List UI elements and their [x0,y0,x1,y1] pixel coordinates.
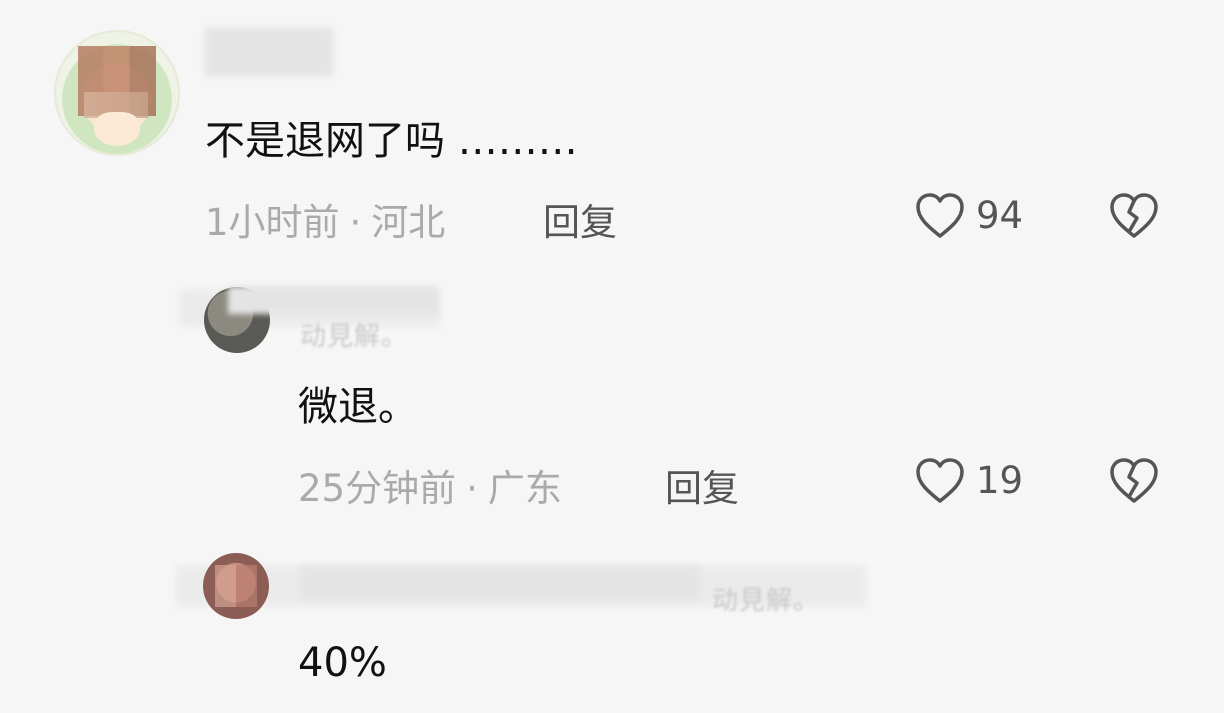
avatar-mosaic [215,565,257,607]
dislike-button[interactable] [1108,455,1160,509]
comment-meta: 25分钟前 · 广东 [298,458,562,512]
avatar-face [94,112,140,146]
reply-button[interactable]: 回复 [665,458,739,512]
comment-time: 25分钟前 [298,467,457,510]
reply-to-snippet: 动見解。 [712,586,821,616]
comment-location: 河北 [371,201,446,244]
like-button[interactable]: 19 [914,455,1023,505]
reply-to-snippet: 动見解。 [300,322,409,352]
comment-list: 不是退网了吗 ……… 1小时前 · 河北 回复 94 动見解。 微退。 25分钟前 ·… [0,0,1224,713]
separator: · [349,201,362,244]
avatar[interactable] [203,553,269,619]
comment-meta: 1小时前 · 河北 [205,192,445,246]
broken-heart-icon [1108,458,1160,509]
heart-outline-icon [914,190,966,240]
like-count: 94 [976,193,1024,237]
comment-location: 广东 [487,467,562,510]
username-redacted[interactable] [205,28,333,76]
comment-text: 40% [298,640,387,686]
broken-heart-icon [1108,193,1160,244]
comment-time: 1小时前 [205,201,340,244]
avatar[interactable] [54,30,180,156]
username-redacted [300,566,700,600]
username-redacted [228,286,438,314]
comment-text: 不是退网了吗 ……… [205,118,578,164]
comment-text: 微退。 [298,384,418,430]
dislike-button[interactable] [1108,190,1160,244]
like-button[interactable]: 94 [914,190,1023,240]
like-count: 19 [976,458,1024,502]
separator: · [466,467,478,510]
reply-button[interactable]: 回复 [543,192,617,246]
heart-outline-icon [914,455,966,505]
